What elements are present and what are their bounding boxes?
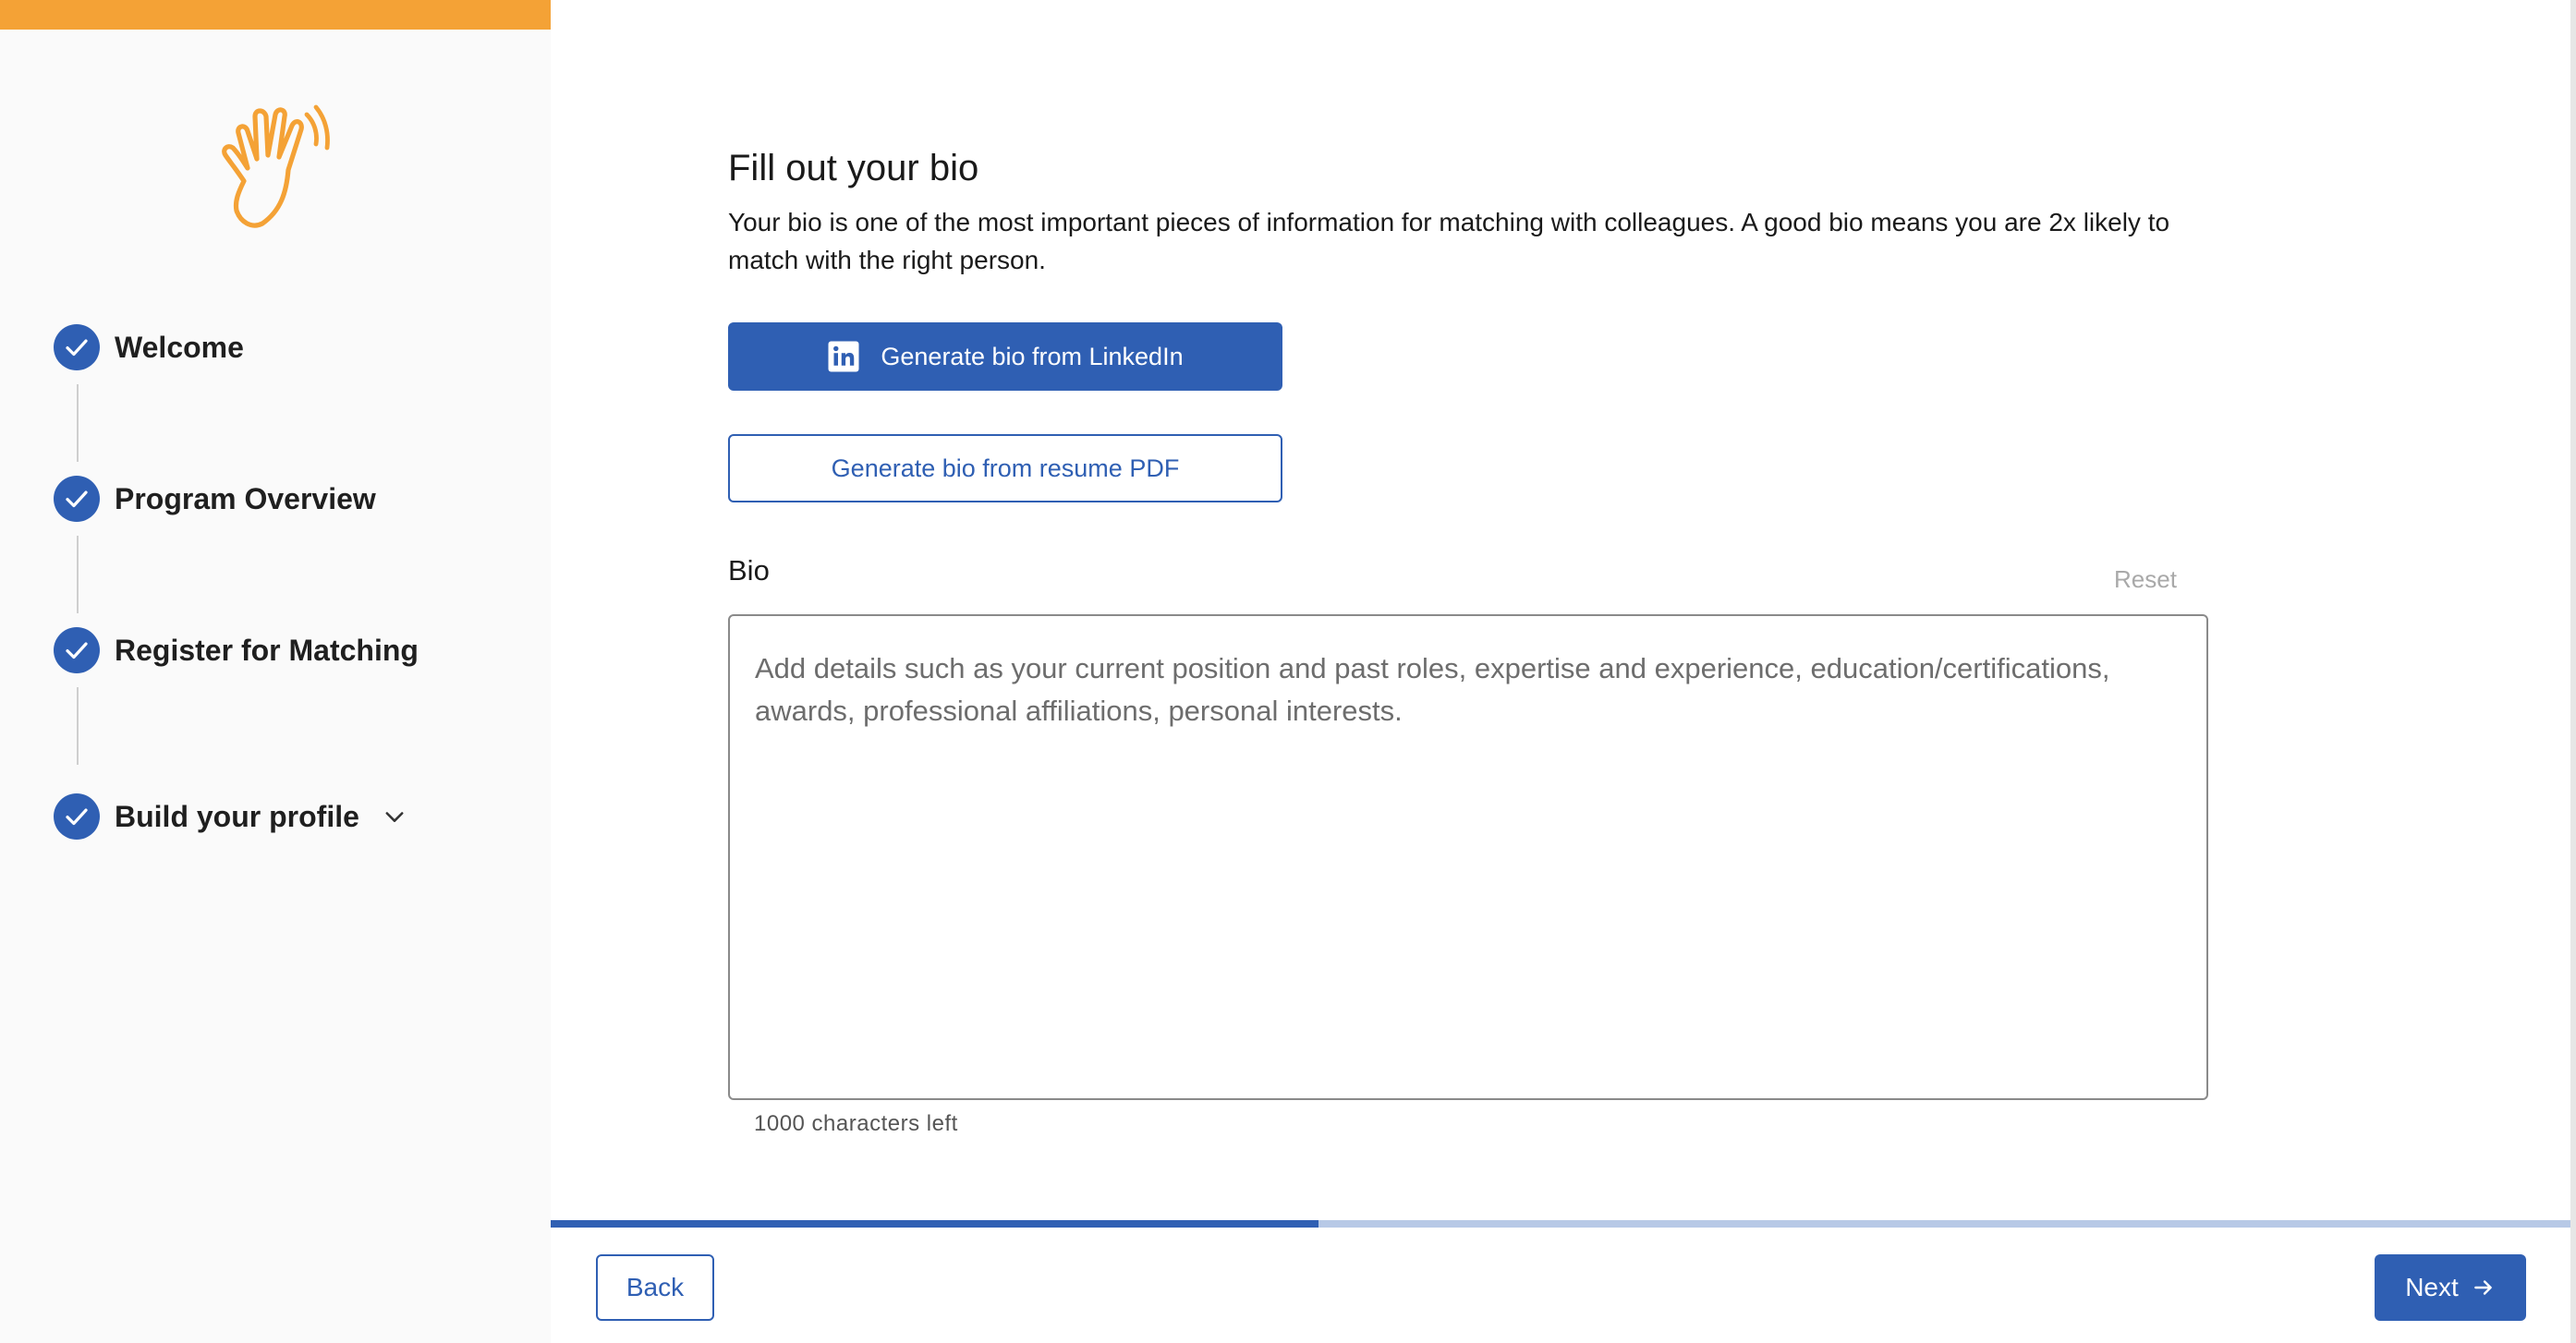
back-button[interactable]: Back [596, 1254, 714, 1321]
generate-bio-linkedin-button[interactable]: Generate bio from LinkedIn [728, 322, 1282, 391]
step-connector [77, 536, 79, 613]
step-program-overview[interactable]: Program Overview [54, 475, 376, 523]
step-welcome[interactable]: Welcome [54, 323, 244, 371]
step-label: Welcome [115, 330, 244, 364]
next-button[interactable]: Next [2375, 1254, 2526, 1321]
chevron-down-icon[interactable] [382, 804, 407, 829]
brand-accent-bar [0, 0, 551, 30]
check-icon [54, 476, 100, 522]
step-label: Register for Matching [115, 633, 419, 667]
next-button-label: Next [2405, 1273, 2459, 1301]
page-title: Fill out your bio [728, 148, 979, 188]
bio-textarea[interactable] [728, 614, 2208, 1100]
step-connector [77, 384, 79, 462]
window-edge [2570, 0, 2576, 1343]
check-icon [54, 627, 100, 673]
generate-bio-resume-button[interactable]: Generate bio from resume PDF [728, 434, 1282, 502]
linkedin-icon [828, 341, 859, 372]
step-connector [77, 687, 79, 765]
step-label: Build your profile [115, 799, 359, 833]
progress-bar [551, 1220, 2570, 1228]
step-register-for-matching[interactable]: Register for Matching [54, 626, 419, 674]
reset-button[interactable]: Reset [2114, 565, 2177, 594]
character-counter: 1000 characters left [754, 1111, 958, 1136]
check-icon [54, 324, 100, 370]
progress-bar-fill [551, 1220, 1318, 1228]
check-icon [54, 793, 100, 840]
page-description: Your bio is one of the most important pi… [728, 208, 2170, 274]
step-label: Program Overview [115, 481, 376, 515]
waving-hand-icon [222, 104, 330, 228]
arrow-right-icon [2473, 1280, 2492, 1295]
onboarding-sidebar: Welcome Program Overview Register for Ma… [0, 0, 551, 1343]
step-build-your-profile[interactable]: Build your profile [54, 792, 407, 841]
generate-bio-linkedin-label: Generate bio from LinkedIn [881, 342, 1184, 370]
bio-label: Bio [728, 554, 770, 587]
